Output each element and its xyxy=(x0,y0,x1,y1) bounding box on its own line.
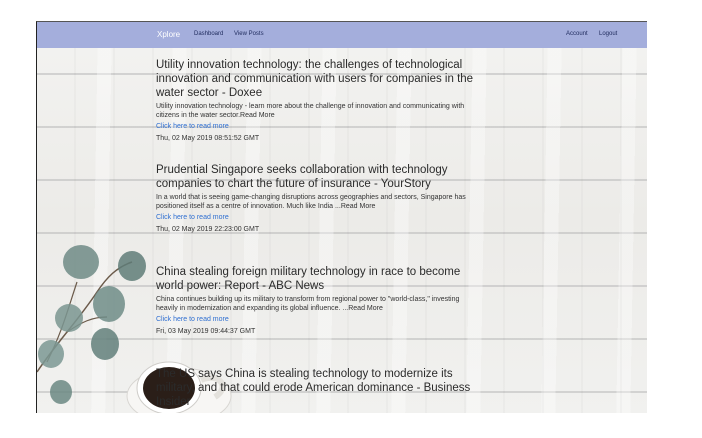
read-more-link[interactable]: Click here to read more xyxy=(156,316,476,323)
article-card: China stealing foreign military technolo… xyxy=(156,265,476,335)
nav-logout[interactable]: Logout xyxy=(599,31,617,37)
article-date: Thu, 02 May 2019 22:23:00 GMT xyxy=(156,226,260,233)
nav-dashboard[interactable]: Dashboard xyxy=(194,31,223,37)
article-title: Utility innovation technology: the chall… xyxy=(156,59,474,99)
article-card: Utility innovation technology: the chall… xyxy=(156,58,476,142)
article-summary: Utility innovation technology - learn mo… xyxy=(156,103,465,119)
article-title: The US says China is stealing technology… xyxy=(156,368,471,408)
article-date: Thu, 02 May 2019 08:51:52 GMT xyxy=(156,135,260,142)
read-more-link[interactable]: Click here to read more xyxy=(156,214,476,221)
top-navbar: Xplore Dashboard View Posts Account Logo… xyxy=(37,22,647,48)
nav-account[interactable]: Account xyxy=(566,31,588,37)
article-date: Fri, 03 May 2019 09:44:37 GMT xyxy=(156,328,256,335)
article-summary: In a world that is seeing game-changing … xyxy=(156,194,466,210)
brand-logo[interactable]: Xplore xyxy=(157,30,180,39)
nav-view-posts[interactable]: View Posts xyxy=(234,31,264,37)
article-title: Prudential Singapore seeks collaboration… xyxy=(156,164,448,190)
article-title: China stealing foreign military technolo… xyxy=(156,266,461,292)
article-card: The US says China is stealing technology… xyxy=(156,367,476,409)
article-summary: China continues building up its military… xyxy=(156,296,460,312)
page-viewport: Xplore Dashboard View Posts Account Logo… xyxy=(36,21,647,413)
read-more-link[interactable]: Click here to read more xyxy=(156,123,476,130)
article-card: Prudential Singapore seeks collaboration… xyxy=(156,163,476,233)
